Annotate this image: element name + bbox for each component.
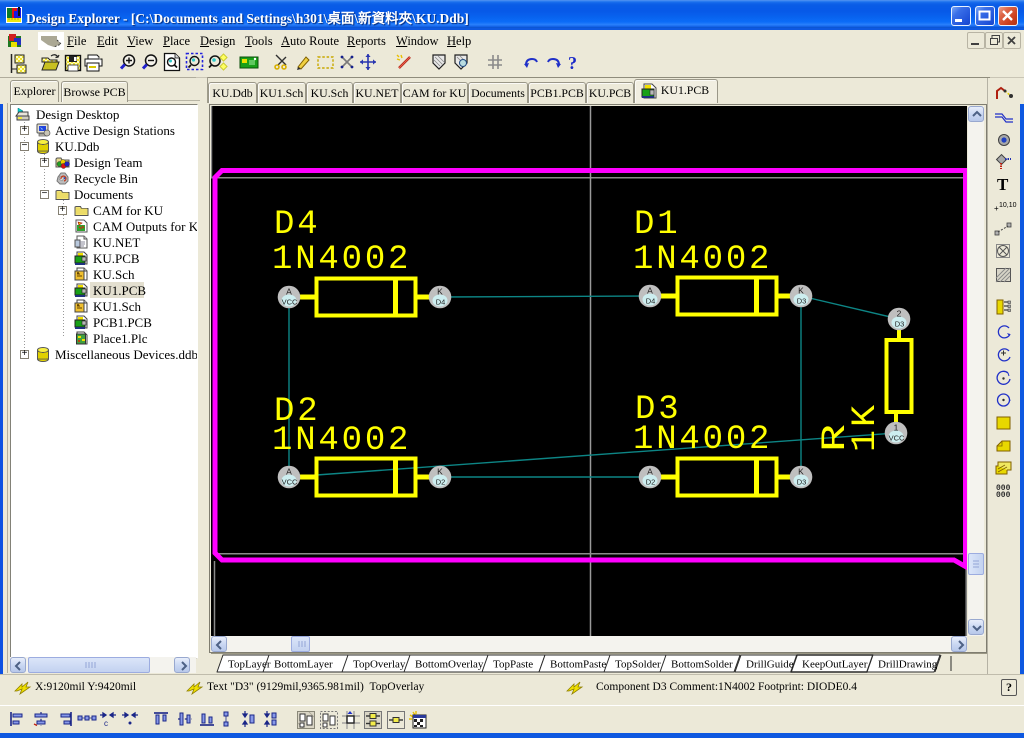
svg-text:D3: D3 — [895, 320, 905, 329]
svg-text:K: K — [798, 467, 804, 477]
svg-text:D4: D4 — [274, 206, 320, 244]
svg-text:000: 000 — [996, 491, 1011, 500]
svg-text:VCC: VCC — [282, 298, 298, 307]
svg-text:2: 2 — [897, 309, 902, 319]
svg-text:DrillGuide: DrillGuide — [746, 659, 794, 671]
svg-text:1N4002: 1N4002 — [633, 241, 772, 279]
svg-text:c: c — [104, 719, 108, 728]
svg-text:A: A — [286, 467, 292, 477]
svg-text:10,10: 10,10 — [999, 202, 1017, 209]
svg-text:D1: D1 — [634, 206, 680, 244]
svg-text:1N4002: 1N4002 — [633, 421, 772, 459]
svg-text:D4: D4 — [646, 297, 656, 306]
svg-text:D2: D2 — [646, 478, 656, 487]
svg-text:D4: D4 — [436, 298, 446, 307]
svg-text:T: T — [997, 175, 1009, 194]
svg-text:K: K — [437, 287, 443, 297]
svg-text:1K: 1K — [847, 402, 885, 452]
svg-text:K: K — [437, 467, 443, 477]
svg-text:TopLayer: TopLayer — [228, 659, 271, 671]
svg-text:BottomSolder: BottomSolder — [671, 659, 733, 671]
svg-text:KeepOutLayer: KeepOutLayer — [802, 659, 868, 671]
svg-text:DrillDrawing: DrillDrawing — [878, 659, 938, 671]
svg-text:TopSolder: TopSolder — [615, 659, 661, 671]
svg-text:TopOverlay: TopOverlay — [353, 659, 406, 671]
svg-text:D3: D3 — [797, 478, 807, 487]
svg-text:VCC: VCC — [889, 434, 905, 443]
svg-text:A: A — [647, 467, 653, 477]
svg-text:?: ? — [568, 53, 577, 73]
svg-text:K: K — [798, 286, 804, 296]
svg-text:BottomLayer: BottomLayer — [274, 659, 333, 671]
svg-text:A: A — [286, 287, 292, 297]
svg-text:VCC: VCC — [282, 478, 298, 487]
svg-text:1: 1 — [894, 423, 899, 433]
svg-text:BottomOverlay: BottomOverlay — [415, 659, 484, 671]
svg-text:BottomPaste: BottomPaste — [550, 659, 606, 671]
svg-text:1N4002: 1N4002 — [272, 422, 411, 460]
svg-text:A: A — [647, 286, 653, 296]
svg-text:TopPaste: TopPaste — [493, 659, 533, 671]
svg-text:D3: D3 — [797, 297, 807, 306]
svg-text:D2: D2 — [436, 478, 446, 487]
svg-text:1N4002: 1N4002 — [272, 241, 411, 279]
